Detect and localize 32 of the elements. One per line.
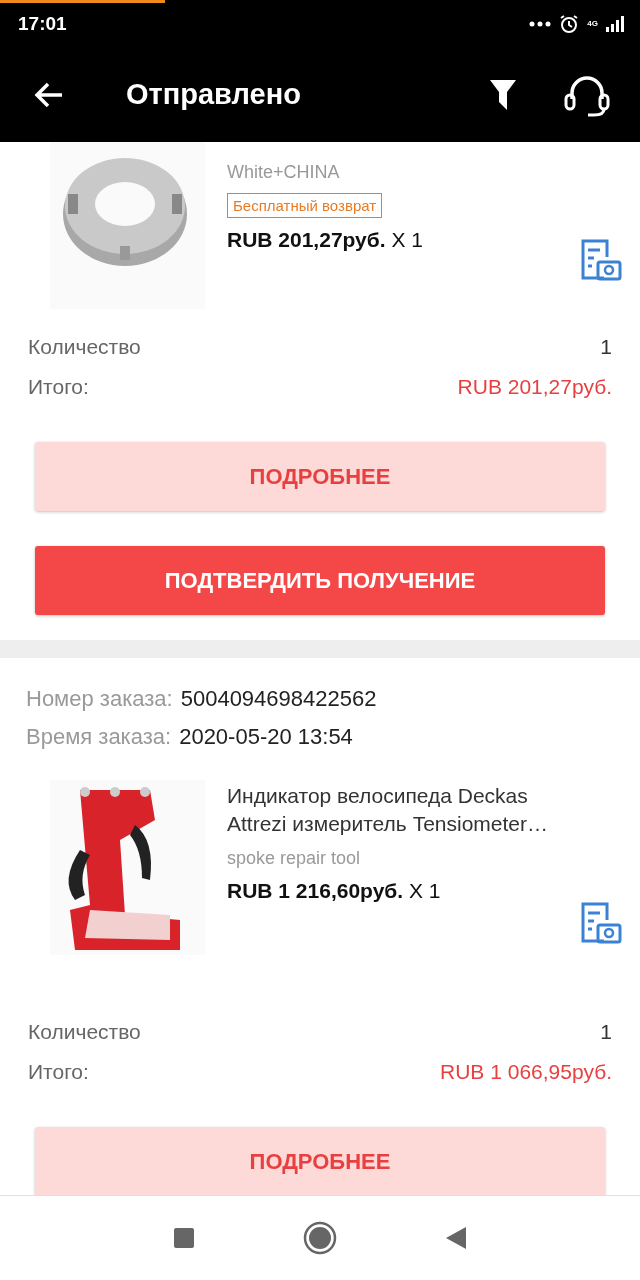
product-price: RUB 1 216,60руб. X 1: [227, 879, 442, 903]
product-price: RUB 201,27руб. X 1: [227, 228, 424, 252]
total-value: RUB 1 066,95руб.: [440, 1059, 612, 1085]
product-variant: spoke repair tool: [227, 848, 362, 869]
product-variant: White+CHINA: [227, 162, 341, 183]
network-type: 4G: [587, 19, 598, 28]
order-number-label: Номер заказа:: [26, 685, 173, 713]
photo-review-icon[interactable]: [580, 238, 622, 282]
quantity-label: Количество: [28, 1019, 141, 1045]
signal-icon: [606, 15, 624, 32]
page-title: Отправлено: [126, 78, 302, 111]
order-time-label: Время заказа:: [26, 723, 172, 751]
status-time: 17:01: [18, 12, 67, 35]
back-icon[interactable]: [34, 81, 64, 108]
filter-icon[interactable]: [490, 79, 516, 110]
product-title[interactable]: Индикатор велосипеда Deckas Attrezi измеритель Tensiometer…: [227, 782, 612, 838]
details-button[interactable]: ПОДРОБНЕЕ: [35, 1127, 605, 1195]
more-icon: [529, 20, 552, 27]
total-label: Итого:: [28, 374, 89, 400]
quantity-label: Количество: [28, 334, 141, 360]
order-number: 5004094698422562: [180, 685, 377, 713]
quantity-value: 1: [600, 334, 612, 360]
order-time: 2020-05-20 13:54: [179, 723, 353, 751]
photo-review-icon[interactable]: [580, 901, 622, 945]
free-return-badge: Бесплатный возврат: [227, 193, 383, 218]
alarm-icon: [559, 13, 580, 34]
total-value: RUB 201,27руб.: [457, 374, 612, 400]
quantity-value: 1: [600, 1019, 612, 1045]
home-icon[interactable]: [302, 1220, 338, 1256]
confirm-receipt-button[interactable]: ПОДТВЕРДИТЬ ПОЛУЧЕНИЕ: [35, 546, 605, 615]
total-label: Итого:: [28, 1059, 89, 1085]
details-button[interactable]: ПОДРОБНЕЕ: [35, 442, 605, 511]
